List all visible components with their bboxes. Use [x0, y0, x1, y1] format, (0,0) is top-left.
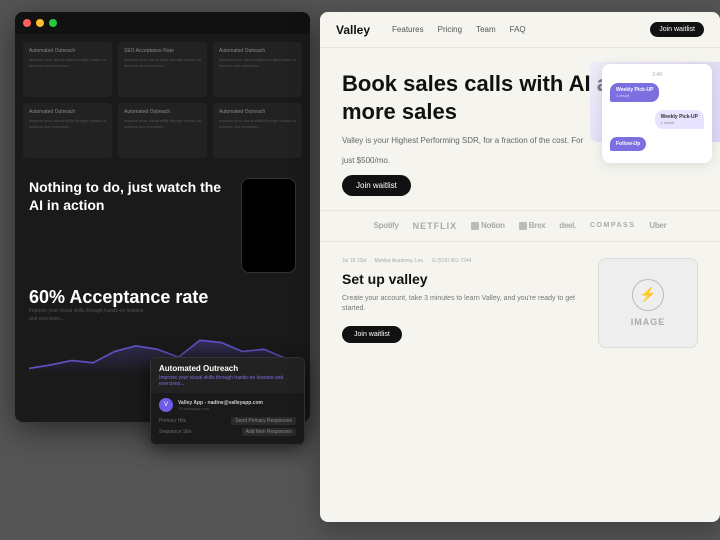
logo-strip: Spotify NETFLIX Notion Brex deel. COMPAS… — [320, 210, 720, 242]
grid-card: SEO Acceptance Rate Improve your visual … — [118, 42, 207, 97]
outreach-overlay-card: Automated Outreach Improve your visual s… — [150, 357, 305, 445]
card-text: Improve your visual skills through hands… — [124, 118, 201, 129]
setup-meta: Jul 18 12pt Monika Academy, Lev. G (919)… — [342, 258, 582, 264]
right-window: Valley Features Pricing Team FAQ Join wa… — [320, 12, 720, 522]
nav-link-team[interactable]: Team — [476, 25, 496, 34]
card-text: Improve your visual skills through hands… — [29, 118, 106, 129]
outreach-header: Automated Outreach Improve your visual s… — [151, 358, 304, 393]
phone-mockup — [241, 178, 296, 273]
logo-deel: deel. — [559, 221, 576, 230]
outreach-row: Primary Hits Send Primary Responses — [159, 417, 296, 425]
setup-heading: Set up valley — [342, 270, 582, 288]
flash-icon: ⚡ — [632, 279, 664, 311]
chat-preview: 2:40 Weekly Pick-UP 1 result Weekly Pick… — [602, 64, 712, 163]
desktop-background: Automated Outreach Improve your visual s… — [0, 0, 720, 540]
lightning-icon: ⚡ — [639, 286, 656, 303]
outreach-subtext: Improve your visual skills through hands… — [159, 375, 296, 387]
card-text: Improve your visual skills through hands… — [219, 118, 296, 129]
logo-notion: Notion — [471, 221, 505, 230]
outreach-body: V Valley App - nadine@valleyapp.com 12 v… — [151, 393, 304, 444]
chat-bubble-left: Weekly Pick-UP 1 result — [610, 83, 659, 102]
minimize-dot[interactable] — [36, 19, 44, 27]
logo-uber: Uber — [649, 221, 666, 230]
chat-time: 2:40 — [610, 72, 704, 78]
acceptance-rate: 60% Acceptance rate — [29, 287, 296, 308]
chat-bubble-followup: Follow-Up — [610, 137, 646, 151]
logo-netflix: NETFLIX — [413, 221, 458, 231]
nav-bar: Valley Features Pricing Team FAQ Join wa… — [320, 12, 720, 48]
maximize-dot[interactable] — [49, 19, 57, 27]
setup-description: Create your account, take 3 minutes to l… — [342, 294, 582, 315]
close-dot[interactable] — [23, 19, 31, 27]
image-placeholder-label: IMAGE — [631, 317, 666, 327]
logo-brex: Brex — [519, 221, 546, 230]
nav-link-pricing[interactable]: Pricing — [438, 25, 462, 34]
card-title: Automated Outreach — [124, 109, 201, 115]
card-title: Automated Outreach — [219, 48, 296, 54]
card-title: SEO Acceptance Rate — [124, 48, 201, 54]
hero-cta-button[interactable]: Join waitlist — [342, 175, 411, 196]
setup-block: Jul 18 12pt Monika Academy, Lev. G (919)… — [342, 258, 582, 348]
card-text: Improve your visual skills through hands… — [29, 57, 106, 68]
logo-spotify: Spotify — [374, 221, 399, 230]
setup-image: ⚡ IMAGE — [598, 258, 698, 348]
setup-section: Jul 18 12pt Monika Academy, Lev. G (919)… — [320, 242, 720, 364]
feature-grid: Automated Outreach Improve your visual s… — [15, 34, 310, 166]
grid-card: Automated Outreach Improve your visual s… — [23, 42, 112, 97]
acceptance-desc: Improve your visual skills through hands… — [29, 308, 149, 323]
card-text: Improve your visual skills through hands… — [219, 57, 296, 68]
grid-card: Automated Outreach Improve your visual s… — [213, 103, 302, 158]
grid-card: Automated Outreach Improve your visual s… — [213, 42, 302, 97]
hero-block: Nothing to do, just watch the AI in acti… — [15, 166, 310, 281]
grid-card: Automated Outreach Improve your visual s… — [23, 103, 112, 158]
card-text: Improve your visual skills through hands… — [124, 57, 201, 68]
card-title: Automated Outreach — [219, 109, 296, 115]
hero-heading: Nothing to do, just watch the AI in acti… — [29, 178, 229, 214]
outreach-row: Sequence Site: Add Item Responses — [159, 428, 296, 436]
card-title: Automated Outreach — [29, 48, 106, 54]
hero-text: Nothing to do, just watch the AI in acti… — [29, 178, 229, 222]
chat-bubble-right: Weekly Pick-UP 1 result — [655, 110, 704, 129]
nav-cta-button[interactable]: Join waitlist — [650, 22, 704, 37]
nav-logo: Valley — [336, 23, 370, 37]
nav-link-features[interactable]: Features — [392, 25, 424, 34]
setup-cta-button[interactable]: Join waitlist — [342, 326, 402, 343]
window-controls — [15, 12, 310, 34]
grid-card: Automated Outreach Improve your visual s… — [118, 103, 207, 158]
nav-link-faq[interactable]: FAQ — [510, 25, 526, 34]
avatar: V — [159, 398, 173, 412]
card-title: Automated Outreach — [29, 109, 106, 115]
logo-compass: COMPASS — [590, 222, 635, 229]
